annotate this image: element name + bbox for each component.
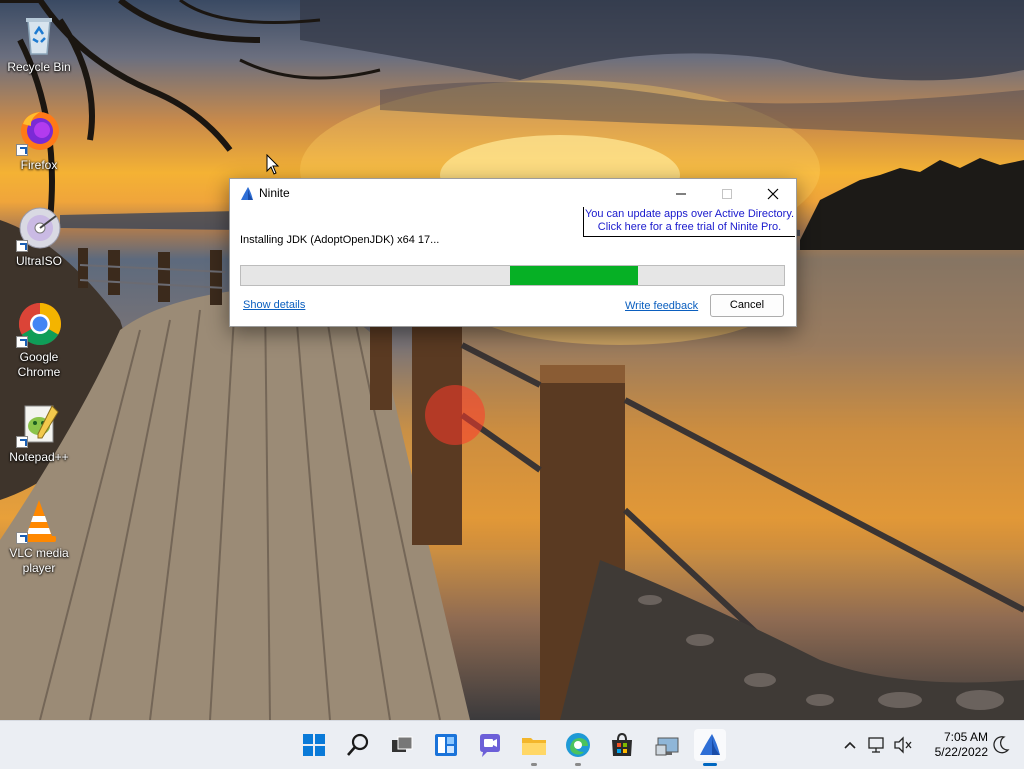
file-explorer-button[interactable] — [518, 729, 550, 766]
remote-desktop-icon — [655, 737, 679, 756]
show-hidden-icons-button[interactable] — [838, 721, 862, 769]
ninite-taskbar-button[interactable] — [694, 729, 726, 766]
desktop-icon-ultraiso[interactable]: UltraISO — [2, 206, 76, 269]
firefox-icon — [16, 110, 62, 156]
window-title: Ninite — [259, 186, 290, 200]
desktop-icon-firefox[interactable]: Firefox — [2, 110, 76, 173]
system-clock[interactable]: 7:05 AM 5/22/2022 — [918, 730, 988, 760]
desktop-icon-recycle-bin[interactable]: Recycle Bin — [2, 12, 76, 75]
file-explorer-icon — [522, 738, 546, 755]
ultraiso-icon — [16, 206, 62, 252]
vlc-icon — [16, 498, 62, 544]
search-icon — [347, 733, 369, 756]
notepad-plus-plus-icon — [16, 402, 62, 448]
focus-assist-moon-icon — [993, 736, 1010, 754]
install-status-text: Installing JDK (AdoptOpenJDK) x64 17... — [240, 234, 440, 246]
promo-line-1: You can update apps over Active Director… — [584, 208, 795, 220]
ninite-icon — [239, 186, 255, 202]
close-icon — [767, 188, 779, 200]
active-indicator — [703, 763, 717, 766]
widgets-icon — [435, 734, 457, 756]
edge-button[interactable] — [562, 729, 594, 766]
maximize-button[interactable] — [704, 179, 750, 209]
shortcut-arrow-icon — [16, 336, 28, 348]
close-button[interactable] — [750, 179, 796, 209]
desktop-icon-label: Recycle Bin — [7, 60, 71, 74]
remote-desktop-button[interactable] — [652, 729, 684, 761]
ninite-pro-promo-link[interactable]: You can update apps over Active Director… — [583, 207, 795, 237]
ninite-icon — [700, 734, 720, 755]
clock-date: 5/22/2022 — [934, 745, 988, 759]
desktop-icon-label: Firefox — [20, 158, 58, 172]
recycle-bin-icon — [16, 12, 62, 58]
show-details-link[interactable]: Show details — [243, 299, 305, 311]
desktop-icon-label: UltraISO — [15, 254, 62, 268]
running-indicator — [575, 763, 581, 766]
minimize-button[interactable] — [658, 179, 704, 209]
desktop-icon-vlc[interactable]: VLC media player — [2, 498, 76, 576]
progress-fill — [510, 266, 638, 285]
chevron-up-icon — [844, 741, 856, 749]
taskbar: 7:05 AM 5/22/2022 — [0, 720, 1024, 769]
mouse-cursor-icon — [266, 153, 280, 180]
desktop-icon-notepad-plus-plus[interactable]: Notepad++ — [2, 402, 76, 465]
chat-button[interactable] — [474, 729, 506, 761]
volume-status[interactable] — [892, 721, 914, 769]
clock-time: 7:05 AM — [943, 730, 988, 744]
desktop-wallpaper — [0, 0, 1024, 720]
notifications-button[interactable] — [990, 721, 1014, 769]
task-view-icon — [392, 736, 413, 752]
cancel-button[interactable]: Cancel — [710, 294, 784, 317]
widgets-button[interactable] — [430, 729, 462, 761]
shortcut-arrow-icon — [16, 532, 28, 544]
shortcut-arrow-icon — [16, 436, 28, 448]
start-icon — [303, 734, 325, 756]
store-button[interactable] — [606, 729, 638, 761]
network-status[interactable] — [866, 721, 888, 769]
shortcut-arrow-icon — [16, 144, 28, 156]
chrome-icon — [16, 302, 62, 348]
write-feedback-link[interactable]: Write feedback — [625, 300, 698, 312]
task-view-button[interactable] — [386, 729, 418, 761]
search-button[interactable] — [342, 729, 374, 761]
edge-icon — [566, 733, 590, 757]
shortcut-arrow-icon — [16, 240, 28, 252]
install-progress-bar — [240, 265, 785, 286]
volume-muted-icon — [894, 736, 912, 754]
desktop-icon-label: Google Chrome — [17, 350, 61, 379]
network-icon — [868, 737, 884, 753]
promo-line-2: Click here for a free trial of Ninite Pr… — [597, 221, 782, 233]
running-indicator — [531, 763, 537, 766]
desktop-icon-label: Notepad++ — [9, 450, 69, 464]
start-button[interactable] — [298, 729, 330, 761]
ninite-window: Ninite You can update apps over Active D… — [229, 178, 797, 327]
desktop-icon-label: VLC media player — [9, 546, 69, 575]
title-bar[interactable]: Ninite — [230, 179, 796, 209]
desktop-icon-google-chrome[interactable]: Google Chrome — [2, 302, 76, 380]
chat-icon — [480, 734, 500, 757]
store-icon — [612, 732, 632, 756]
